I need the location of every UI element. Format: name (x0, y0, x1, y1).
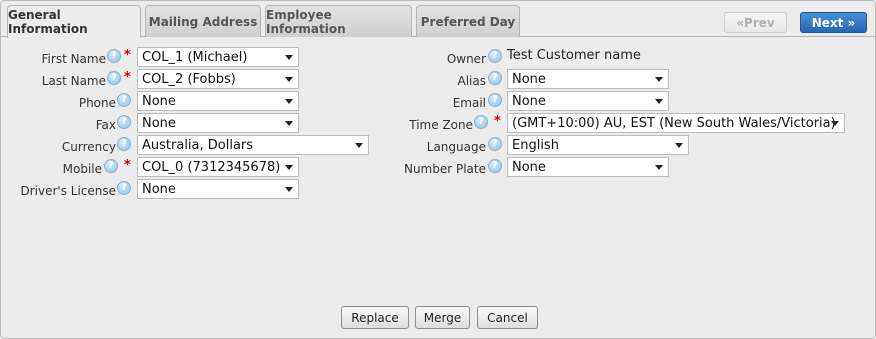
email-value: None (512, 93, 546, 109)
chevron-down-icon (285, 121, 293, 126)
last-name-value: COL_2 (Fobbs) (142, 71, 236, 87)
mobile-label: Mobile (62, 162, 102, 176)
phone-select[interactable]: None (137, 91, 299, 111)
currency-value: Australia, Dollars (142, 137, 254, 153)
phone-label: Phone (78, 96, 116, 110)
help-icon[interactable]: ? (488, 137, 502, 151)
required-marker: * (124, 70, 131, 85)
tab-mailing-address[interactable]: Mailing Address (145, 5, 261, 37)
help-icon[interactable]: ? (488, 159, 502, 173)
drivers-license-label: Driver's License (20, 184, 116, 198)
help-icon[interactable]: ? (117, 115, 131, 129)
time-zone-value: (GMT+10:00) AU, EST (New South Wales/Vic… (512, 115, 836, 131)
owner-value: Test Customer name (507, 48, 641, 63)
tab-preferred-day[interactable]: Preferred Day (416, 5, 520, 37)
first-name-value: COL_1 (Michael) (142, 49, 248, 65)
time-zone-select[interactable]: (GMT+10:00) AU, EST (New South Wales/Vic… (507, 113, 845, 133)
chevron-down-icon (655, 99, 663, 104)
tab-employee-information[interactable]: Employee Information (265, 5, 412, 37)
language-label: Language (426, 140, 486, 154)
merge-button[interactable]: Merge (415, 306, 470, 329)
language-value: English (512, 137, 559, 153)
chevron-down-icon (675, 143, 683, 148)
required-marker: * (124, 48, 131, 63)
tab-general-information[interactable]: General Information (7, 5, 141, 38)
help-icon[interactable]: ? (117, 181, 131, 195)
drivers-license-select[interactable]: None (137, 179, 299, 199)
phone-value: None (142, 93, 176, 109)
currency-label: Currency (61, 140, 116, 154)
number-plate-label: Number Plate (403, 162, 486, 176)
last-name-label: Last Name (41, 74, 106, 88)
cancel-button[interactable]: Cancel (477, 306, 538, 329)
owner-label: Owner (446, 52, 486, 66)
language-select[interactable]: English (507, 135, 689, 155)
alias-value: None (512, 71, 546, 87)
number-plate-select[interactable]: None (507, 157, 669, 177)
help-icon[interactable]: ? (107, 71, 121, 85)
email-select[interactable]: None (507, 91, 669, 111)
chevron-down-icon (655, 77, 663, 82)
prev-button[interactable]: «Prev (724, 12, 787, 33)
chevron-down-icon (831, 121, 839, 126)
help-icon[interactable]: ? (117, 137, 131, 151)
help-icon[interactable]: ? (104, 159, 118, 173)
replace-button[interactable]: Replace (341, 306, 409, 329)
chevron-down-icon (285, 99, 293, 104)
fax-value: None (142, 115, 176, 131)
help-icon[interactable]: ? (474, 115, 488, 129)
help-icon[interactable]: ? (488, 93, 502, 107)
dialog-frame: General Information Mailing Address Empl… (0, 0, 876, 339)
help-icon[interactable]: ? (488, 71, 502, 85)
help-icon[interactable]: ? (117, 93, 131, 107)
drivers-license-value: None (142, 181, 176, 197)
required-marker: * (124, 158, 131, 173)
email-label: Email (452, 96, 486, 110)
first-name-label: First Name (41, 52, 106, 66)
help-icon[interactable]: ? (488, 49, 502, 63)
mobile-value: COL_0 (7312345678) (142, 159, 281, 175)
time-zone-label: Time Zone (409, 118, 473, 132)
chevron-down-icon (285, 55, 293, 60)
help-icon[interactable]: ? (107, 49, 121, 63)
alias-label: Alias (457, 74, 486, 88)
number-plate-value: None (512, 159, 546, 175)
chevron-down-icon (355, 143, 363, 148)
currency-select[interactable]: Australia, Dollars (137, 135, 369, 155)
chevron-down-icon (285, 187, 293, 192)
required-marker: * (494, 114, 501, 129)
alias-select[interactable]: None (507, 69, 669, 89)
chevron-down-icon (655, 165, 663, 170)
first-name-select[interactable]: COL_1 (Michael) (137, 47, 299, 67)
next-button[interactable]: Next » (800, 12, 867, 33)
chevron-down-icon (285, 165, 293, 170)
last-name-select[interactable]: COL_2 (Fobbs) (137, 69, 299, 89)
chevron-down-icon (285, 77, 293, 82)
fax-label: Fax (95, 118, 116, 132)
mobile-select[interactable]: COL_0 (7312345678) (137, 157, 299, 177)
fax-select[interactable]: None (137, 113, 299, 133)
